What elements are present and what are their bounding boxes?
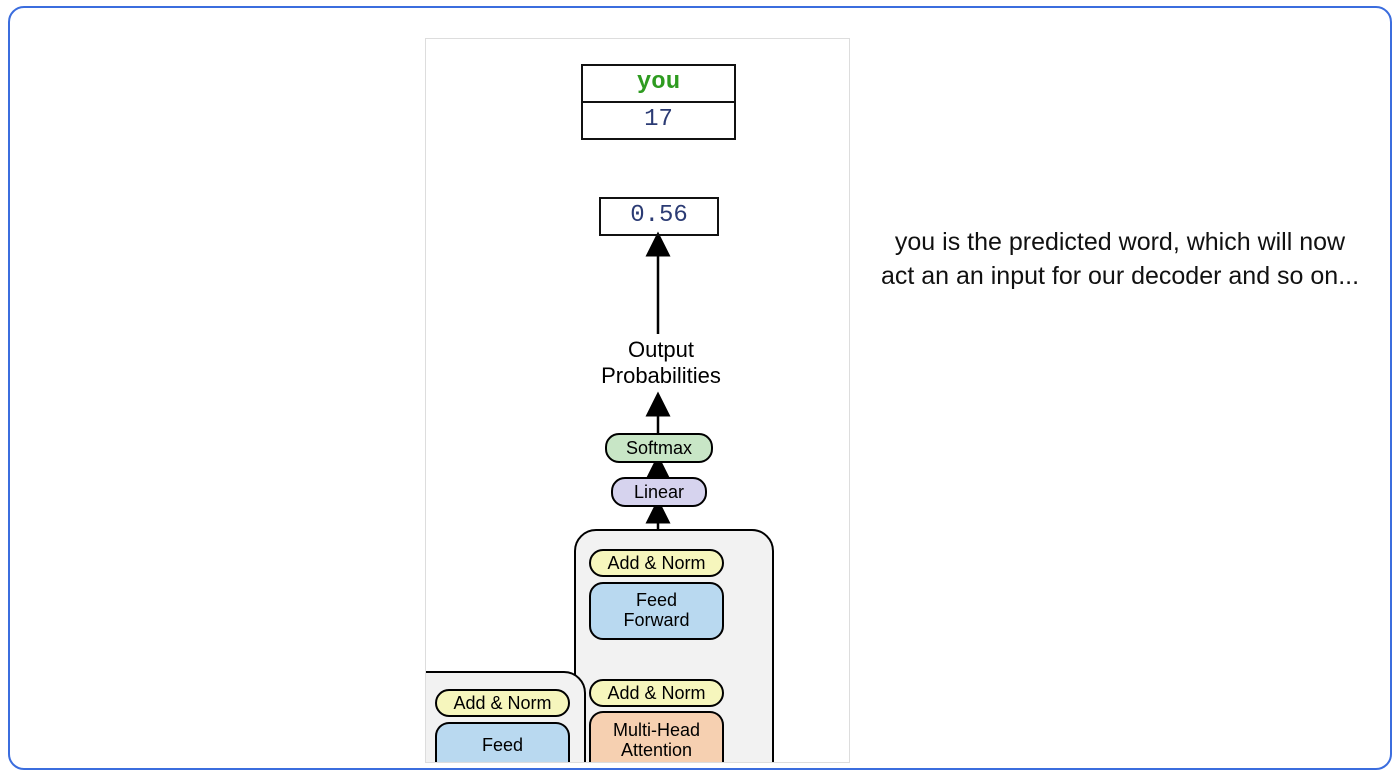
linear-block: Linear — [611, 477, 707, 507]
predicted-probability: 0.56 — [599, 197, 719, 236]
feed-encoder-partial: Feed — [435, 722, 570, 763]
output-probabilities-line1: Output — [581, 337, 741, 363]
predicted-token-id: 17 — [583, 101, 734, 138]
multihead-line1: Multi-Head — [613, 721, 700, 741]
feed-forward-block: Feed Forward — [589, 582, 724, 640]
output-probabilities-line2: Probabilities — [581, 363, 741, 389]
multihead-attention-block: Multi-Head Attention — [589, 711, 724, 763]
feed-forward-line1: Feed — [636, 591, 677, 611]
add-norm-upper: Add & Norm — [589, 549, 724, 577]
slide-frame: you 17 0.56 Output Probabilities Softmax… — [8, 6, 1392, 770]
output-probabilities-label: Output Probabilities — [581, 337, 741, 390]
add-norm-encoder: Add & Norm — [435, 689, 570, 717]
multihead-line2: Attention — [621, 741, 692, 761]
diagram-panel: you 17 0.56 Output Probabilities Softmax… — [425, 38, 850, 763]
add-norm-lower: Add & Norm — [589, 679, 724, 707]
predicted-token-table: you 17 — [581, 64, 736, 140]
softmax-block: Softmax — [605, 433, 713, 463]
predicted-word: you — [583, 66, 734, 101]
feed-forward-line2: Forward — [623, 611, 689, 631]
slide-caption: you is the predicted word, which will no… — [880, 226, 1360, 294]
